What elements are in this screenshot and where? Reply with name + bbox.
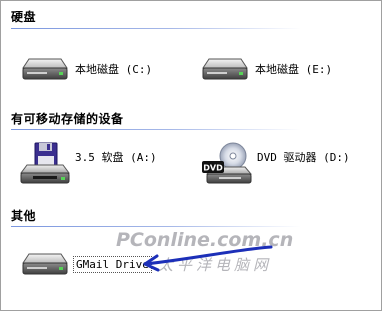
section-title-removable: 有可移动存储的设备 <box>11 112 124 126</box>
section-title-hard-disks: 硬盘 <box>11 10 37 24</box>
section-divider <box>11 226 301 227</box>
drive-label-d: DVD 驱动器 (D:) <box>257 151 350 164</box>
explorer-pane: 硬盘 本地磁盘 (C:) 本地磁盘 (E:) 有可移动存储的设备 3.5 软盘 … <box>0 0 382 311</box>
annotation-arrow <box>143 245 273 272</box>
drive-label-e: 本地磁盘 (E:) <box>255 63 333 76</box>
section-title-other: 其他 <box>11 209 37 223</box>
hard-drive-icon <box>22 58 68 80</box>
section-divider <box>11 129 301 130</box>
hard-drive-icon <box>202 58 248 80</box>
floppy-drive-icon <box>20 142 70 184</box>
dvd-drive-icon: DVD <box>202 142 253 184</box>
drive-label-a: 3.5 软盘 (A:) <box>75 151 157 164</box>
dvd-badge-text: DVD <box>203 164 223 173</box>
drive-item-a[interactable]: 3.5 软盘 (A:) <box>19 141 159 187</box>
network-drive-icon <box>22 253 68 275</box>
section-divider <box>11 28 301 29</box>
drive-item-e[interactable]: 本地磁盘 (E:) <box>201 53 334 85</box>
drive-label-c: 本地磁盘 (C:) <box>75 63 153 76</box>
drive-item-c[interactable]: 本地磁盘 (C:) <box>21 53 154 85</box>
drive-item-d[interactable]: DVD DVD 驱动器 (D:) <box>201 141 352 187</box>
